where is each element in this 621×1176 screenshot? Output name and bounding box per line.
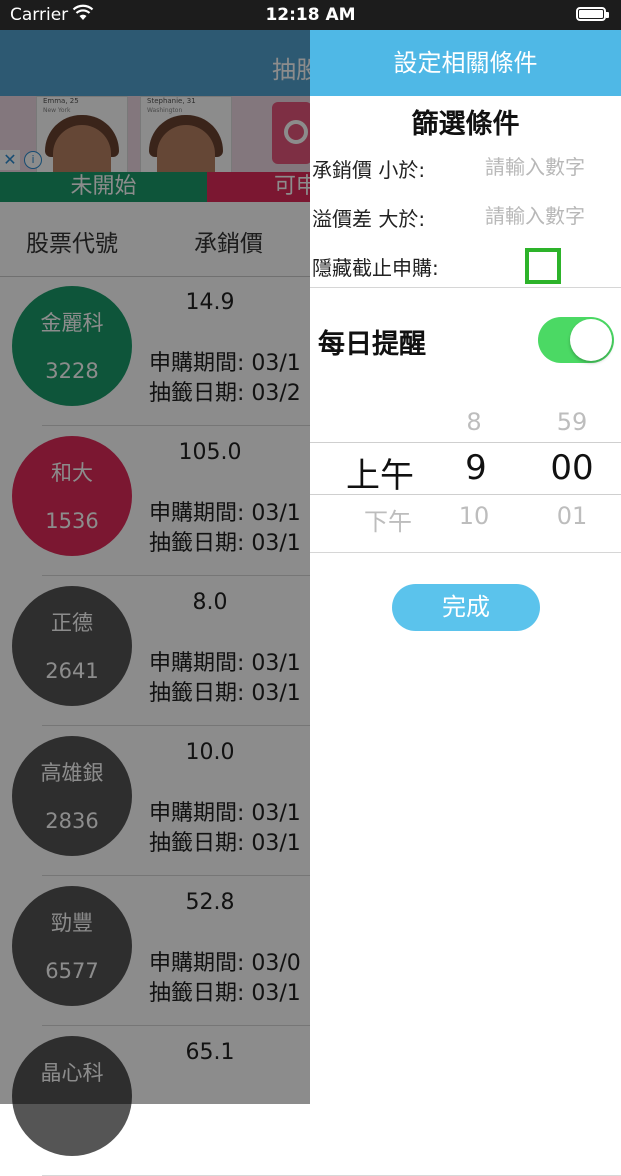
picker-hour-below[interactable]: 10 [442, 502, 506, 530]
picker-ampm-selected[interactable]: 上午 [338, 448, 422, 497]
daily-reminder-toggle[interactable] [538, 317, 614, 363]
daily-reminder-label: 每日提醒 [318, 329, 426, 360]
picker-minute-above[interactable]: 59 [542, 408, 602, 436]
picker-minute-selected[interactable]: 00 [540, 448, 604, 488]
picker-hour-above[interactable]: 8 [450, 408, 498, 436]
picker-selection-top-line [310, 442, 621, 443]
picker-minute-below[interactable]: 01 [542, 502, 602, 530]
hide-closed-label: 隱藏截止申購: [312, 256, 439, 280]
panel-nav-bar: 設定相關條件 [310, 30, 621, 96]
picker-ampm-below[interactable]: 下午 [350, 502, 426, 537]
premium-filter-input[interactable] [485, 201, 621, 231]
dim-overlay[interactable] [0, 30, 310, 1104]
picker-hour-selected[interactable]: 9 [450, 448, 502, 488]
hide-closed-checkbox[interactable] [525, 248, 561, 284]
status-bar: Carrier 12:18 AM [0, 0, 621, 30]
price-filter-input[interactable] [485, 152, 621, 182]
divider [310, 287, 621, 288]
time-picker[interactable]: 上午 下午 8 9 10 59 00 01 [310, 402, 621, 552]
filter-panel: 設定相關條件 篩選條件 承銷價 小於: 溢價差 大於: 隱藏截止申購: 每日提醒… [310, 30, 621, 1104]
premium-filter-label: 溢價差 大於: [312, 207, 426, 231]
price-filter-label: 承銷價 小於: [312, 158, 426, 182]
toggle-knob [570, 319, 612, 361]
filter-section-title: 篩選條件 [411, 109, 520, 140]
done-button[interactable]: 完成 [392, 584, 540, 631]
clock: 12:18 AM [265, 5, 356, 25]
divider [310, 552, 621, 553]
battery-icon [576, 7, 609, 21]
